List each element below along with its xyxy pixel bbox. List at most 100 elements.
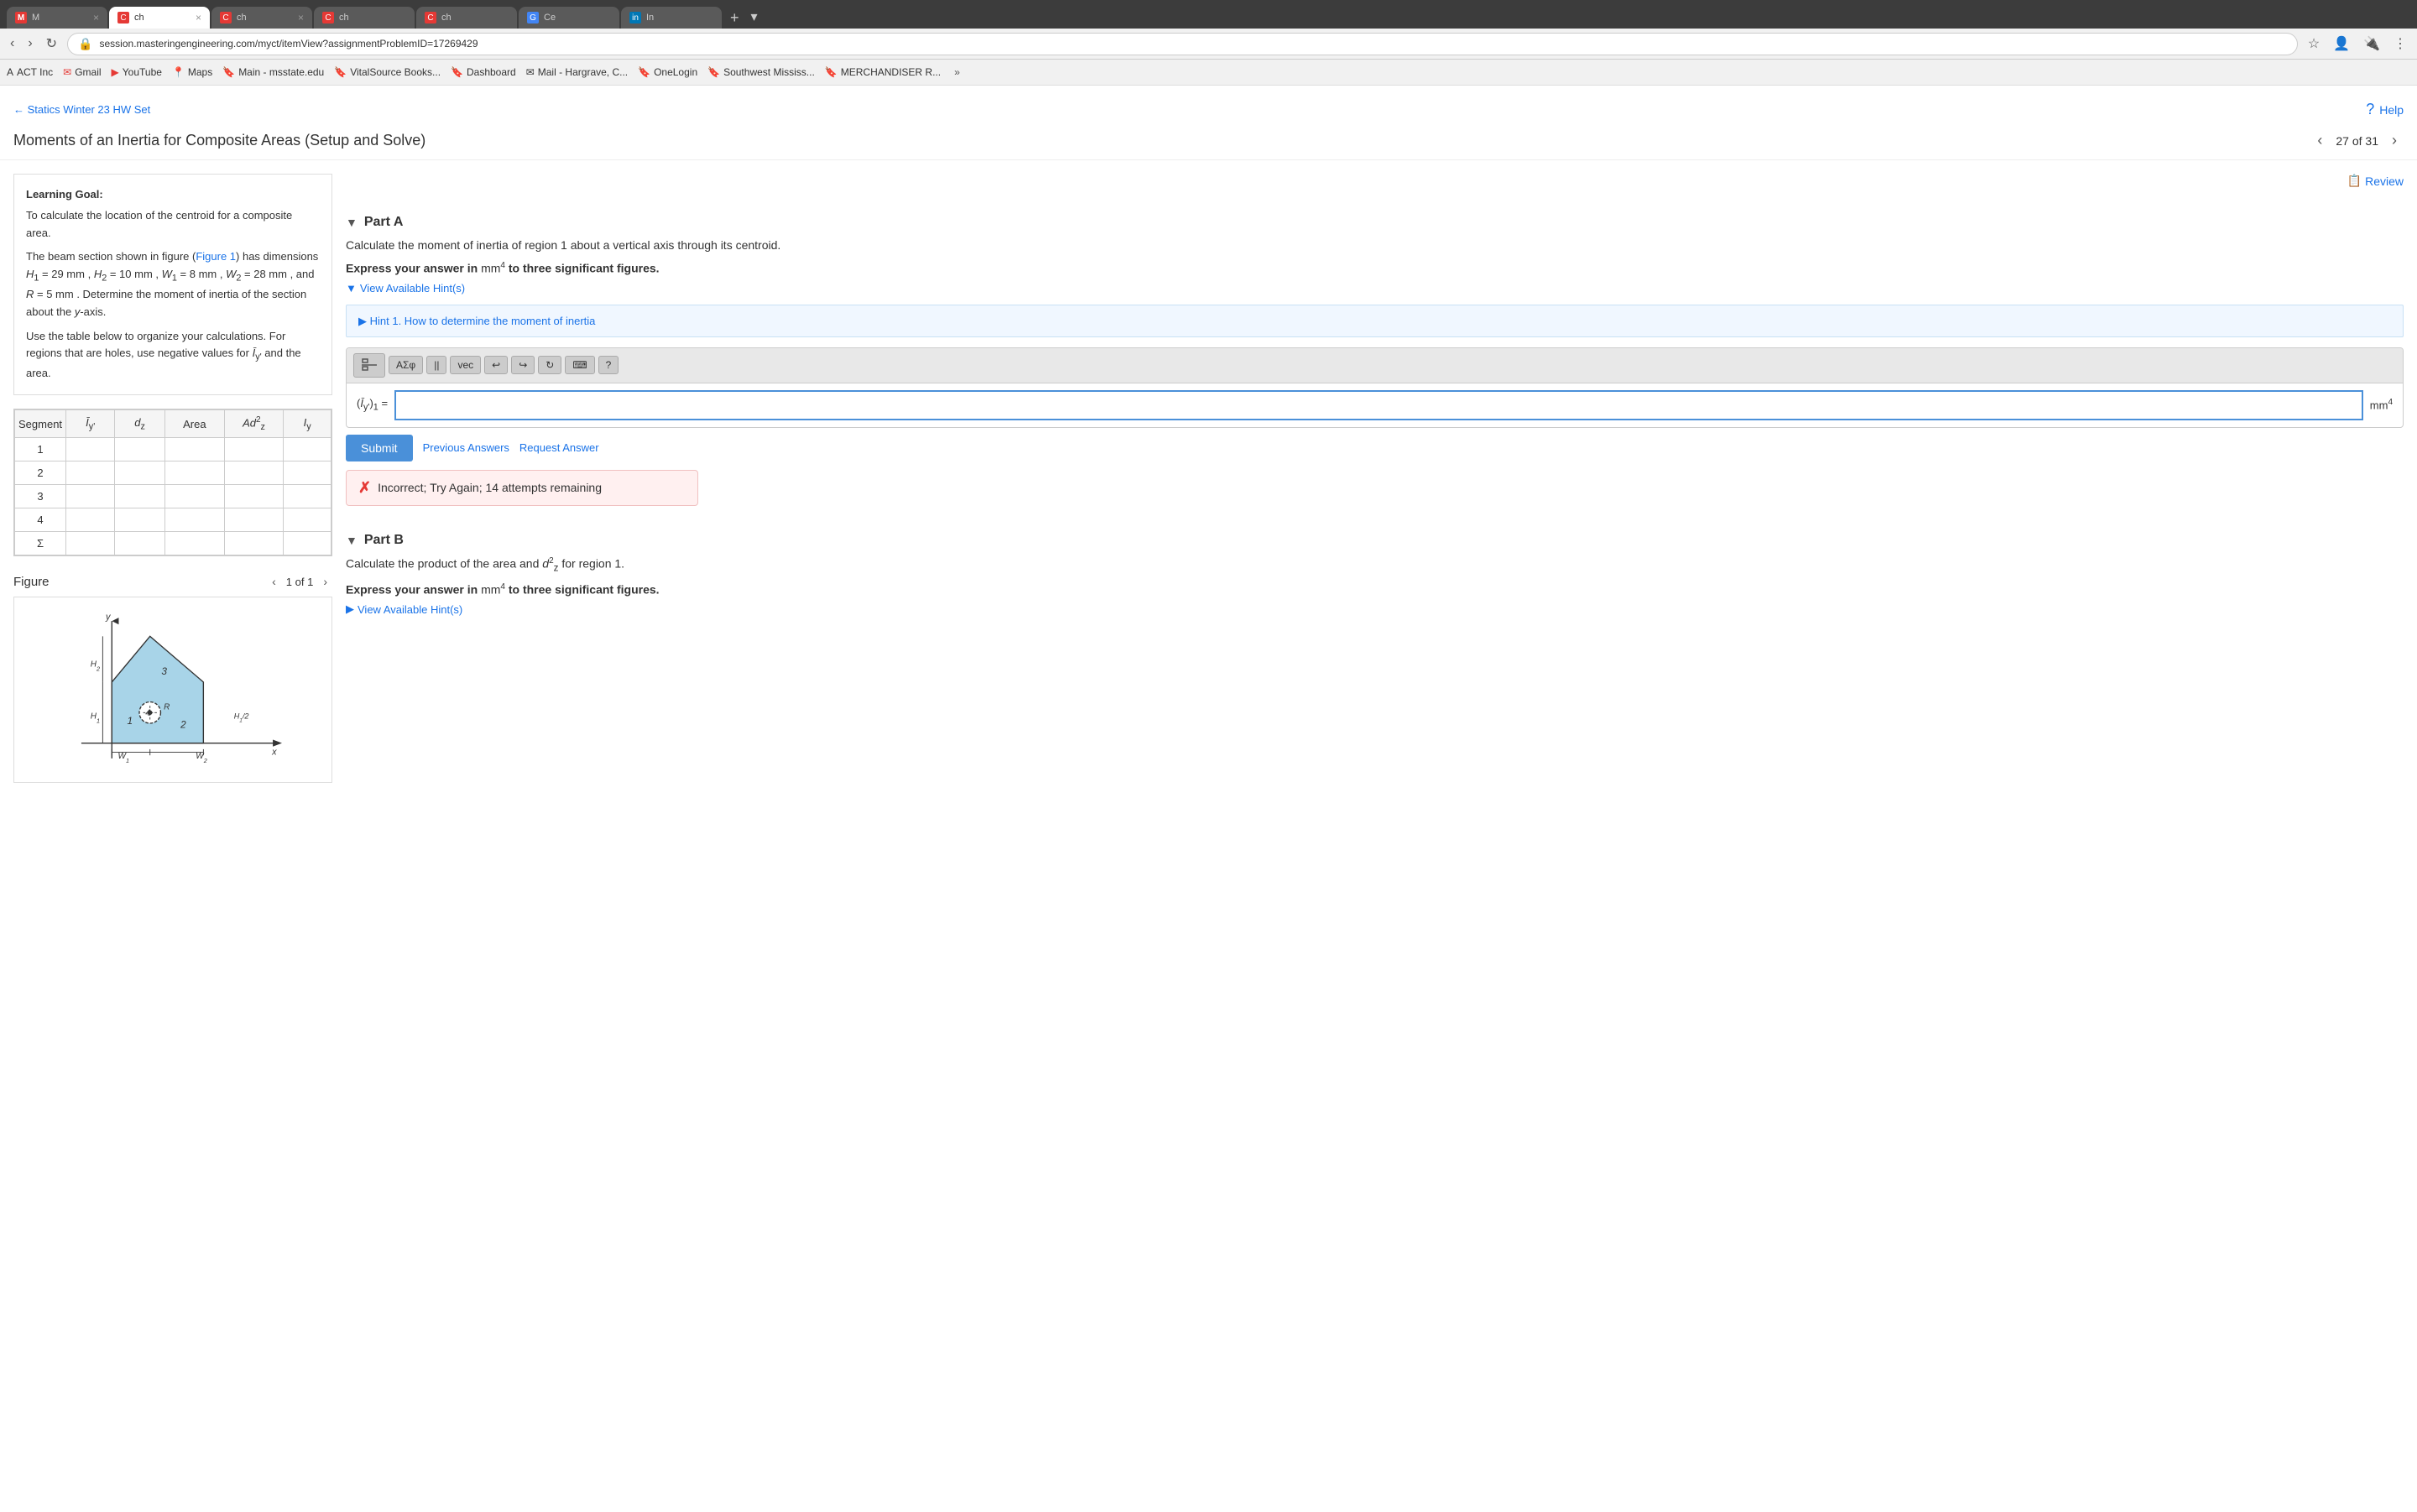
tab-ch4[interactable]: G Ce [519, 7, 619, 29]
cell-adz2-1[interactable] [224, 438, 283, 461]
new-tab-button[interactable]: + [723, 8, 746, 29]
bookmarks-overflow-button[interactable]: » [951, 63, 963, 81]
profile-button[interactable]: 👤 [2330, 32, 2353, 55]
cell-iy-sum[interactable] [66, 532, 115, 555]
keyboard-button[interactable]: ⌨ [565, 356, 594, 374]
request-answer-link-a[interactable]: Request Answer [519, 441, 599, 454]
cell-iy2-4[interactable] [284, 508, 331, 532]
bookmark-youtube[interactable]: ▶ YouTube [112, 66, 162, 78]
tab-ch3[interactable]: C ch [416, 7, 517, 29]
extension-button[interactable]: 🔌 [2360, 32, 2383, 55]
tab-mastering[interactable]: C ch × [109, 7, 210, 29]
bookmark-gmail-label: Gmail [75, 66, 101, 78]
help-math-button[interactable]: ? [598, 356, 619, 374]
tab-ch1[interactable]: C ch × [211, 7, 312, 29]
figure-prev-button[interactable]: ‹ [267, 573, 281, 590]
part-a-section: ▼ Part A Calculate the moment of inertia… [346, 208, 2404, 506]
prev-problem-button[interactable]: ‹ [2310, 128, 2329, 153]
cell-iy2-sum[interactable] [284, 532, 331, 555]
address-bar[interactable]: 🔒 session.masteringengineering.com/myct/… [67, 33, 2298, 55]
part-b-header[interactable]: ▼ Part B [346, 526, 2404, 555]
hint-1-toggle[interactable]: ▶ Hint 1. How to determine the moment of… [358, 315, 595, 327]
figure-link[interactable]: Figure 1 [196, 250, 236, 263]
bookmark-youtube-label: YouTube [123, 66, 162, 78]
fraction-button[interactable] [353, 353, 385, 378]
cell-iy2-3[interactable] [284, 485, 331, 508]
submit-button-a[interactable]: Submit [346, 435, 413, 461]
cell-dz-sum[interactable] [115, 532, 165, 555]
cell-iy-4[interactable] [66, 508, 115, 532]
tab-overflow-button[interactable]: ▾ [748, 5, 761, 29]
norm-button[interactable]: || [426, 356, 446, 374]
tab-gmail[interactable]: M M × [7, 7, 107, 29]
part-b-hints-toggle[interactable]: ▶ View Available Hint(s) [346, 602, 2404, 616]
browser-chrome: M M × C ch × C ch × C ch C ch G Ce in In [0, 0, 2417, 29]
math-input-a[interactable] [394, 390, 2363, 420]
table-row: 3 [15, 485, 331, 508]
cell-dz-3[interactable] [115, 485, 165, 508]
bookmark-merchandiser[interactable]: 🔖 MERCHANDISER R... [825, 66, 941, 78]
part-a-collapse-icon: ▼ [346, 216, 358, 229]
prev-answers-link-a[interactable]: Previous Answers [423, 441, 509, 454]
part-a-header[interactable]: ▼ Part A [346, 208, 2404, 237]
part-a-hints-toggle[interactable]: ▼ View Available Hint(s) [346, 282, 2404, 295]
cell-iy2-2[interactable] [284, 461, 331, 485]
settings-button[interactable]: ⋮ [2390, 32, 2410, 55]
bookmark-act[interactable]: A ACT Inc [7, 66, 53, 78]
cell-area-1[interactable] [164, 438, 224, 461]
tab-close-gmail[interactable]: × [93, 12, 99, 23]
bookmark-maps[interactable]: 📍 Maps [172, 66, 212, 78]
help-question-icon: ? [2366, 101, 2374, 118]
vec-button[interactable]: vec [450, 356, 481, 374]
undo-button[interactable]: ↩ [484, 356, 508, 374]
learning-goal-title: Learning Goal: [26, 186, 320, 204]
back-button[interactable]: ‹ [7, 33, 18, 55]
bookmark-vitalsource[interactable]: 🔖 VitalSource Books... [334, 66, 441, 78]
cell-dz-2[interactable] [115, 461, 165, 485]
bookmark-mail[interactable]: ✉ Mail - Hargrave, C... [526, 66, 628, 78]
bookmark-act-icon: A [7, 66, 13, 78]
bookmark-star-button[interactable]: ☆ [2305, 32, 2323, 55]
symbol-button[interactable]: AΣφ [389, 356, 423, 374]
cell-dz-1[interactable] [115, 438, 165, 461]
cell-adz2-2[interactable] [224, 461, 283, 485]
problem-count: 27 of 31 [2336, 134, 2378, 148]
tab-close-ch1[interactable]: × [298, 12, 304, 23]
cell-iy-3[interactable] [66, 485, 115, 508]
cell-segment-sum: Σ [15, 532, 66, 555]
cell-adz2-sum[interactable] [224, 532, 283, 555]
cell-area-2[interactable] [164, 461, 224, 485]
part-b-section: ▼ Part B Calculate the product of the ar… [346, 526, 2404, 617]
breadcrumb[interactable]: ← Statics Winter 23 HW Set [13, 103, 150, 116]
bookmark-southwest[interactable]: 🔖 Southwest Mississ... [707, 66, 815, 78]
cell-adz2-4[interactable] [224, 508, 283, 532]
error-message-a: Incorrect; Try Again; 14 attempts remain… [378, 481, 602, 494]
cell-area-sum[interactable] [164, 532, 224, 555]
svg-text:1: 1 [127, 715, 133, 727]
reset-button[interactable]: ↻ [538, 356, 561, 374]
cell-iy-1[interactable] [66, 438, 115, 461]
bookmark-dashboard[interactable]: 🔖 Dashboard [451, 66, 516, 78]
cell-segment-3: 3 [15, 485, 66, 508]
figure-next-button[interactable]: › [318, 573, 332, 590]
cell-area-3[interactable] [164, 485, 224, 508]
next-problem-button[interactable]: › [2385, 128, 2404, 153]
redo-button[interactable]: ↪ [511, 356, 535, 374]
tab-ch2[interactable]: C ch [314, 7, 415, 29]
forward-button[interactable]: › [24, 33, 35, 55]
page-navigation: ‹ 27 of 31 › [2310, 128, 2404, 153]
refresh-button[interactable]: ↻ [43, 32, 60, 55]
bookmark-gmail[interactable]: ✉ Gmail [63, 66, 101, 78]
tab-in[interactable]: in In [621, 7, 722, 29]
cell-dz-4[interactable] [115, 508, 165, 532]
cell-iy2-1[interactable] [284, 438, 331, 461]
review-link[interactable]: 📋 Review [2347, 174, 2404, 188]
cell-area-4[interactable] [164, 508, 224, 532]
tab-close-mastering[interactable]: × [196, 12, 201, 23]
tab-label-mastering: ch [134, 13, 191, 23]
bookmark-msstate[interactable]: 🔖 Main - msstate.edu [222, 66, 324, 78]
cell-adz2-3[interactable] [224, 485, 283, 508]
svg-text:x: x [271, 747, 277, 757]
cell-iy-2[interactable] [66, 461, 115, 485]
bookmark-onelogin[interactable]: 🔖 OneLogin [638, 66, 697, 78]
